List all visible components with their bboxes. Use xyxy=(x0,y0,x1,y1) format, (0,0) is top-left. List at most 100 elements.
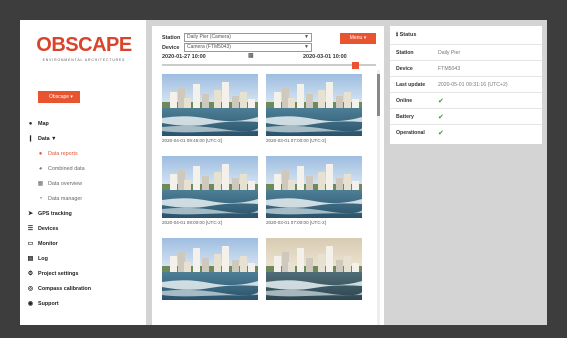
gallery-thumbnail[interactable]: 2020-04-01 09:00:00 [UTC-2] xyxy=(162,156,258,225)
devices-icon: ☰ xyxy=(27,226,34,232)
sidebar-item-combined-data[interactable]: ◕ Combined data xyxy=(26,161,144,176)
station-select[interactable]: Daily Pier (Camera) ▼ xyxy=(184,33,312,42)
camera-photo xyxy=(162,238,258,300)
status-key: Battery xyxy=(396,113,414,120)
device-label: Device xyxy=(162,44,180,51)
status-key: Online xyxy=(396,97,413,104)
status-value: Daily Pier xyxy=(438,49,461,56)
logo-wordmark: OBSCAPE xyxy=(36,34,132,56)
log-icon: ▤ xyxy=(27,256,34,262)
camera-photo xyxy=(266,238,362,300)
app-window: OBSCAPE ENVIRONMENTAL ARCHITECTURES Obsc… xyxy=(20,20,547,325)
status-key: Operational xyxy=(396,129,425,136)
sidebar-item-monitor[interactable]: ▭ Monitor xyxy=(26,236,144,251)
sidebar-item-label: Data overview xyxy=(48,180,83,187)
sidebar-item-data-overview[interactable]: ▦ Data overview xyxy=(26,176,144,191)
sidebar-item-data-manager[interactable]: ◔ Data manager xyxy=(26,191,144,206)
gauge-icon: ◔ xyxy=(38,195,43,202)
status-panel: ℹ Status Station Daily Pier Device FTM5043 L… xyxy=(390,26,542,144)
status-row-last-update: Last update 2020-05-01 09:31:16 (UTC+2) xyxy=(390,76,542,92)
sidebar-item-data[interactable]: ❙ Data ▼ xyxy=(26,131,144,146)
date-range-slider[interactable] xyxy=(162,64,376,66)
project-select-button[interactable]: Obscape ▾ xyxy=(38,91,80,103)
sidebar-item-project-settings[interactable]: ⚙ Project settings xyxy=(26,266,144,281)
sidebar-item-label: Devices xyxy=(38,225,59,232)
sidebar-item-gps-tracking[interactable]: ➤ GPS tracking xyxy=(26,206,144,221)
pin-icon: ● xyxy=(38,150,43,157)
gallery-thumbnail[interactable] xyxy=(266,238,362,302)
compass-icon: ◎ xyxy=(27,286,34,292)
logo-tagline: ENVIRONMENTAL ARCHITECTURES xyxy=(42,58,126,62)
date-end: 2020-03-01 10:00 xyxy=(303,54,347,60)
check-icon: ✔ xyxy=(438,129,444,137)
photo-timestamp: 2020-03-01 07:00:00 [UTC-2] xyxy=(266,138,327,143)
chevron-down-icon: ▼ xyxy=(304,34,309,40)
sidebar-item-label: Monitor xyxy=(38,240,58,247)
sidebar-item-label: Support xyxy=(38,300,59,307)
sidebar-item-label: Map xyxy=(38,120,49,127)
sidebar-item-label: Project settings xyxy=(38,270,79,277)
map-marker-icon: ● xyxy=(28,120,33,127)
device-select[interactable]: Camera (FTM5043) ▼ xyxy=(184,43,312,52)
gear-icon: ⚙ xyxy=(27,271,34,277)
device-select-value: Camera (FTM5043) xyxy=(187,44,231,50)
status-header: ℹ Status xyxy=(390,26,542,44)
sidebar-item-data-reports[interactable]: ● Data reports xyxy=(26,146,144,161)
status-table: Station Daily Pier Device FTM5043 Last updat… xyxy=(390,44,542,140)
status-row-operational: Operational ✔ xyxy=(390,124,542,140)
camera-photo xyxy=(162,74,258,136)
monitor-icon: ▭ xyxy=(27,241,34,247)
station-select-value: Daily Pier (Camera) xyxy=(187,34,231,40)
gallery-thumbnail[interactable]: 2020-03-01 07:00:00 [UTC-2] xyxy=(266,74,362,143)
sidebar-item-label: Data ▼ xyxy=(38,135,57,142)
photo-timestamp: 2020-04-01 09:45:00 [UTC-2] xyxy=(162,138,223,143)
gps-icon: ➤ xyxy=(27,211,34,217)
sidebar-item-label: Combined data xyxy=(48,165,85,172)
chevron-down-icon: ▼ xyxy=(304,44,309,50)
sidebar-item-devices[interactable]: ☰ Devices xyxy=(26,221,144,236)
lock-icon[interactable]: ▩ xyxy=(248,52,254,59)
status-row-device: Device FTM5043 xyxy=(390,60,542,76)
bar-chart-icon: ❙ xyxy=(27,136,34,142)
station-row: Station Daily Pier (Camera) ▼ xyxy=(162,33,312,42)
support-icon: ◉ xyxy=(27,301,34,307)
date-range-handle[interactable] xyxy=(352,62,359,69)
gallery-scroll-thumb[interactable] xyxy=(377,74,380,116)
gallery-thumbnail[interactable]: 2020-04-01 09:45:00 [UTC-2] xyxy=(162,74,258,143)
gallery-thumbnail[interactable] xyxy=(162,238,258,302)
photo-timestamp: 2020-03-01 07:00:00 [UTC-2] xyxy=(266,220,327,225)
sidebar-item-label: Compass calibration xyxy=(38,285,92,292)
status-title: Status xyxy=(399,32,417,38)
image-report-panel: Station Daily Pier (Camera) ▼ Device Cam… xyxy=(152,26,384,325)
sidebar-item-map[interactable]: ● Map xyxy=(26,116,144,131)
info-icon: ℹ xyxy=(396,32,399,38)
status-value: 2020-05-01 09:31:16 (UTC+2) xyxy=(438,81,508,88)
photo-timestamp: 2020-04-01 09:00:00 [UTC-2] xyxy=(162,220,223,225)
status-key: Station xyxy=(396,49,414,56)
menu-button[interactable]: Menu ▾ xyxy=(340,33,376,44)
sidebar-item-label: Log xyxy=(38,255,48,262)
check-icon: ✔ xyxy=(438,97,444,105)
logo[interactable]: OBSCAPE ENVIRONMENTAL ARCHITECTURES xyxy=(34,34,134,74)
pie-chart-icon: ◕ xyxy=(38,165,43,172)
station-label: Station xyxy=(162,34,181,41)
status-key: Last update xyxy=(396,81,426,88)
date-start: 2020-01-27 10:00 xyxy=(162,54,206,60)
sidebar: OBSCAPE ENVIRONMENTAL ARCHITECTURES Obsc… xyxy=(20,20,146,325)
status-row-station: Station Daily Pier xyxy=(390,44,542,60)
gallery-thumbnail[interactable]: 2020-03-01 07:00:00 [UTC-2] xyxy=(266,156,362,225)
camera-photo xyxy=(162,156,258,218)
sidebar-item-label: Data manager xyxy=(48,195,83,202)
status-row-battery: Battery ✔ xyxy=(390,108,542,124)
sidebar-item-compass-calibration[interactable]: ◎ Compass calibration xyxy=(26,281,144,296)
device-row: Device Camera (FTM5043) ▼ xyxy=(162,43,312,52)
camera-photo xyxy=(266,156,362,218)
status-row-online: Online ✔ xyxy=(390,92,542,108)
check-icon: ✔ xyxy=(438,113,444,121)
table-icon: ▦ xyxy=(37,181,44,187)
sidebar-item-log[interactable]: ▤ Log xyxy=(26,251,144,266)
status-value: FTM5043 xyxy=(438,65,461,72)
sidebar-item-support[interactable]: ◉ Support xyxy=(26,296,144,311)
sidebar-item-label: GPS tracking xyxy=(38,210,72,217)
camera-photo xyxy=(266,74,362,136)
